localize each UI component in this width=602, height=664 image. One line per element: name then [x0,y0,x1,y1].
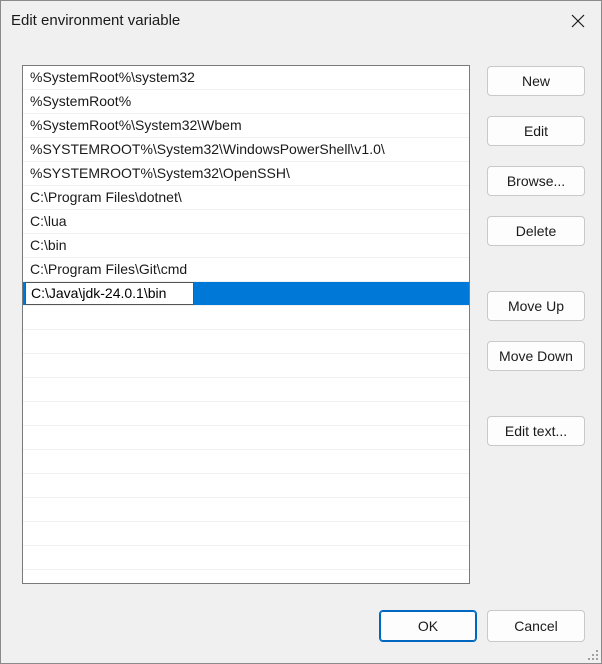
browse-button[interactable]: Browse... [487,166,585,196]
empty-list-row[interactable] [23,474,469,498]
list-item[interactable]: %SystemRoot% [23,90,469,114]
list-item-text: %SystemRoot%\System32\Wbem [30,117,242,133]
empty-list-row[interactable] [23,306,469,330]
empty-list-row[interactable] [23,522,469,546]
empty-list-row[interactable] [23,498,469,522]
empty-list-row[interactable] [23,450,469,474]
close-button[interactable] [555,1,601,41]
close-icon [571,14,585,28]
list-item[interactable]: %SYSTEMROOT%\System32\WindowsPowerShell\… [23,138,469,162]
list-item-text: C:\lua [30,213,67,229]
list-item[interactable]: %SystemRoot%\System32\Wbem [23,114,469,138]
resize-grip-icon[interactable] [587,649,599,661]
cancel-button[interactable]: Cancel [487,610,585,642]
list-item-text: %SystemRoot%\system32 [30,69,195,85]
dialog-title: Edit environment variable [11,12,181,29]
list-item-text: %SYSTEMROOT%\System32\OpenSSH\ [30,165,290,181]
list-item[interactable]: C:\Program Files\dotnet\ [23,186,469,210]
list-item-text: C:\bin [30,237,67,253]
inline-edit-field[interactable]: C:\Java\jdk-24.0.1\bin [25,282,194,305]
move-up-button[interactable]: Move Up [487,291,585,321]
empty-list-row[interactable] [23,570,469,583]
empty-list-row[interactable] [23,330,469,354]
list-item-text: C:\Program Files\Git\cmd [30,261,188,277]
empty-list-row[interactable] [23,546,469,570]
move-down-button[interactable]: Move Down [487,341,585,371]
empty-list-row[interactable] [23,354,469,378]
edit-text-button[interactable]: Edit text... [487,416,585,446]
edit-environment-variable-dialog: Edit environment variable %SystemRoot%\s… [0,0,602,664]
path-entries-list[interactable]: %SystemRoot%\system32 %SystemRoot% %Syst… [22,65,470,584]
list-item-text: %SYSTEMROOT%\System32\WindowsPowerShell\… [30,141,385,157]
list-item[interactable]: %SystemRoot%\system32 [23,66,469,90]
list-item[interactable]: %SYSTEMROOT%\System32\OpenSSH\ [23,162,469,186]
list-item[interactable]: C:\lua [23,210,469,234]
new-button[interactable]: New [487,66,585,96]
list-item[interactable]: C:\bin [23,234,469,258]
empty-list-row[interactable] [23,426,469,450]
edit-button[interactable]: Edit [487,116,585,146]
empty-list-row[interactable] [23,402,469,426]
delete-button[interactable]: Delete [487,216,585,246]
empty-list-row[interactable] [23,378,469,402]
title-bar: Edit environment variable [1,1,601,41]
list-item-text: C:\Program Files\dotnet\ [30,189,182,205]
list-item-selected[interactable]: C:\Java\jdk-24.0.1\bin [23,282,469,306]
ok-button[interactable]: OK [379,610,477,642]
list-item[interactable]: C:\Program Files\Git\cmd [23,258,469,282]
list-item-text: %SystemRoot% [30,93,132,109]
